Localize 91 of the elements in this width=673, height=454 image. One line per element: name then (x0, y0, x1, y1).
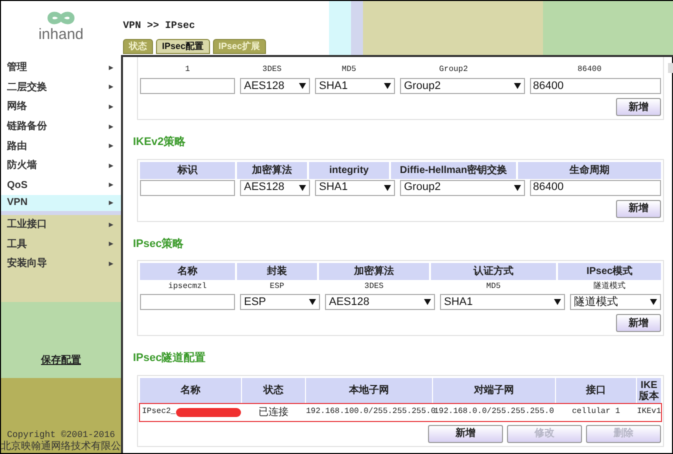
table-cell-text: ipsecmzl (167, 281, 208, 293)
sidebar-item[interactable]: 工具 ▸ (1, 234, 121, 254)
section-title: IPsec策略 (133, 236, 185, 252)
caret-icon (384, 83, 391, 89)
column-header: 名称 (140, 378, 241, 404)
arrow-icon: ▸ (109, 100, 113, 113)
caret-icon (514, 184, 521, 190)
dropdown[interactable]: ESP (240, 294, 320, 310)
table-cell-text: 1 (184, 64, 191, 76)
table-cell: IKEv1 (637, 406, 662, 418)
dropdown[interactable]: SHA1 (440, 294, 565, 310)
caret-icon (299, 184, 306, 190)
dropdown[interactable]: 隧道模式 (570, 294, 662, 310)
table-cell-text: MD5 (340, 64, 358, 76)
column-header: 名称 (140, 263, 235, 280)
table-cell-text: 已连接 (258, 406, 290, 420)
table-cell: IPsec2_ (142, 406, 176, 418)
arrow-icon: ▸ (109, 81, 113, 94)
input-field[interactable] (140, 294, 235, 310)
column-header: 对端子网 (433, 378, 555, 404)
dropdown[interactable]: Group2 (400, 180, 525, 196)
caret-icon (554, 299, 561, 305)
table-cell-text: ESP (268, 281, 286, 293)
arrow-icon: ▸ (109, 258, 113, 270)
sidebar-item[interactable]: 路由 ▸ (1, 136, 121, 156)
input-field[interactable] (140, 78, 235, 94)
dropdown[interactable]: SHA1 (315, 180, 395, 196)
table-cell-text: 隧道模式 (592, 280, 626, 293)
column-header: IKE版本 (637, 378, 662, 404)
arrow-icon: ▸ (109, 140, 113, 152)
column-header: 加密算法 (237, 162, 307, 178)
arrow-icon: ▸ (109, 62, 113, 74)
sidebar-item[interactable]: 二层交换 ▸ (1, 78, 121, 98)
column-header: 加密算法 (319, 263, 429, 280)
tab[interactable]: IPsec配置 (156, 39, 210, 54)
section-title: IPsec隧道配置 (133, 350, 207, 366)
sidebar-item[interactable]: 防火墙 ▸ (1, 156, 121, 176)
caret-icon (309, 299, 316, 305)
caret-icon (424, 299, 431, 305)
sidebar-item[interactable]: 链路备份 ▸ (1, 116, 121, 136)
add-button[interactable]: 新增 (616, 98, 662, 116)
arrow-icon: ▸ (109, 218, 113, 231)
column-header: 接口 (556, 378, 636, 404)
input-field[interactable] (140, 180, 235, 196)
save-config-link[interactable]: 保存配置 (41, 352, 81, 368)
dropdown[interactable]: SHA1 (315, 78, 395, 94)
arrow-icon: ▸ (109, 160, 113, 172)
add-button[interactable]: 新增 (616, 314, 662, 332)
sidebar-item[interactable]: QoS ▸ (1, 176, 121, 196)
breadcrumb: VPN >> IPsec (123, 20, 196, 34)
column-header: 标识 (140, 162, 235, 178)
table-cell-text: Group2 (438, 64, 469, 76)
column-header: IPsec模式 (558, 263, 662, 280)
column-header: 生命周期 (518, 162, 662, 178)
company-text: 北京映翰通网络技术有限公 (1, 441, 121, 452)
caret-icon (514, 83, 521, 89)
logo-text: inhand (38, 27, 84, 42)
arrow-icon: ▸ (109, 196, 113, 209)
section-title: IKEv2策略 (133, 134, 187, 150)
sidebar-item[interactable]: 工业接口 ▸ (1, 214, 121, 234)
dropdown[interactable]: AES128 (325, 294, 435, 310)
dropdown[interactable]: AES128 (240, 78, 310, 94)
table-cell-text: 86400 (576, 64, 603, 76)
add-button[interactable]: 新增 (616, 200, 662, 218)
input-field[interactable]: 86400 (530, 180, 662, 196)
sidebar-item[interactable]: 管理 ▸ (1, 58, 121, 78)
dropdown[interactable]: AES128 (240, 180, 310, 196)
arrow-icon: ▸ (109, 238, 113, 250)
sidebar-item[interactable]: 安装向导 ▸ (1, 254, 121, 274)
table-cell-text: 3DES (363, 281, 385, 293)
table-cell-text: MD5 (485, 281, 502, 293)
column-header: 封装 (237, 263, 317, 280)
column-header: 认证方式 (431, 263, 556, 280)
caret-icon (650, 299, 658, 305)
scrollbar-thumb[interactable] (668, 63, 673, 73)
sidebar-item[interactable]: VPN ▸ (1, 195, 121, 215)
dropdown[interactable]: Group2 (400, 78, 525, 94)
action-button[interactable]: 新增 (428, 424, 504, 442)
column-header: 本地子网 (306, 378, 432, 404)
column-header: integrity (309, 162, 389, 178)
column-header: 状态 (242, 378, 305, 404)
table-cell-text: cellular 1 (570, 406, 621, 418)
input-field[interactable]: 86400 (530, 78, 662, 94)
arrow-icon: ▸ (109, 120, 113, 133)
caret-icon (299, 83, 306, 89)
copyright-text: Copyright ©2001-2016 (6, 430, 116, 440)
caret-icon (384, 184, 391, 190)
column-header: Diffie-Hellman密钥交换 (391, 162, 516, 178)
sidebar-item[interactable]: 网络 ▸ (1, 97, 121, 117)
arrow-icon: ▸ (109, 179, 113, 192)
table-cell-text: 3DES (261, 64, 283, 76)
